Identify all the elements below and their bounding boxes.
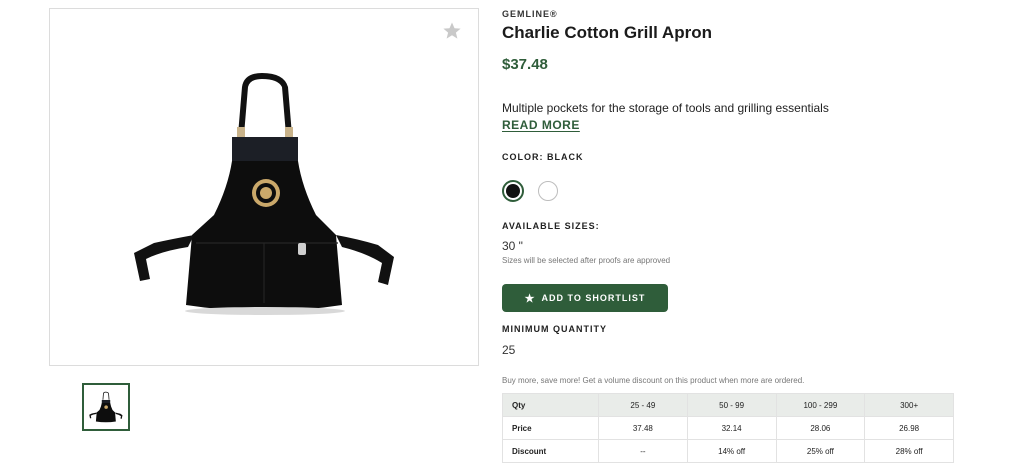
product-title: Charlie Cotton Grill Apron [502, 23, 712, 42]
product-brand: GEMLINE® [502, 9, 558, 19]
color-label: COLOR: BLACK [502, 152, 584, 162]
table-cell: 26.98 [864, 416, 954, 440]
table-header-cell: 50 - 99 [686, 393, 777, 417]
table-header-cell: 100 - 299 [775, 393, 866, 417]
table-row: Discount -- 14% off 25% off 28% off [502, 439, 954, 463]
pricing-header-row: Qty 25 - 49 50 - 99 100 - 299 300+ [502, 393, 954, 417]
product-main-image[interactable] [49, 8, 479, 366]
table-cell: 14% off [686, 439, 777, 463]
sizes-label: AVAILABLE SIZES: [502, 221, 600, 231]
color-swatch-black[interactable] [502, 180, 524, 202]
table-header-cell: 300+ [864, 393, 954, 417]
size-value: 30 " [502, 239, 523, 253]
table-cell: 37.48 [598, 416, 688, 440]
product-price: $37.48 [502, 56, 548, 73]
table-header-cell: 25 - 49 [598, 393, 688, 417]
table-cell: 25% off [775, 439, 866, 463]
star-icon: ★ [524, 292, 536, 305]
table-row-label: Price [502, 416, 599, 440]
product-thumbnail[interactable] [82, 383, 130, 431]
table-header-cell: Qty [502, 393, 599, 417]
product-description: Multiple pockets for the storage of tool… [502, 101, 829, 115]
table-cell: -- [598, 439, 688, 463]
size-note: Sizes will be selected after proofs are … [502, 256, 671, 265]
add-to-shortlist-button[interactable]: ★ ADD TO SHORTLIST [502, 284, 668, 312]
apron-thumbnail-image [89, 391, 123, 423]
minimum-quantity-value: 25 [502, 343, 516, 357]
table-cell: 32.14 [686, 416, 777, 440]
volume-discount-note: Buy more, save more! Get a volume discou… [502, 376, 805, 385]
table-cell: 28.06 [775, 416, 866, 440]
color-swatch-white[interactable] [538, 181, 558, 201]
table-cell: 28% off [864, 439, 954, 463]
add-to-shortlist-label: ADD TO SHORTLIST [541, 293, 646, 303]
read-more-link[interactable]: READ MORE [502, 118, 580, 132]
table-row-label: Discount [502, 439, 599, 463]
pricing-table: Qty 25 - 49 50 - 99 100 - 299 300+ Price… [502, 393, 954, 463]
apron-image [134, 73, 394, 315]
favorite-star-icon[interactable] [442, 21, 462, 41]
minimum-quantity-label: MINIMUM QUANTITY [502, 324, 607, 334]
table-row: Price 37.48 32.14 28.06 26.98 [502, 416, 954, 440]
